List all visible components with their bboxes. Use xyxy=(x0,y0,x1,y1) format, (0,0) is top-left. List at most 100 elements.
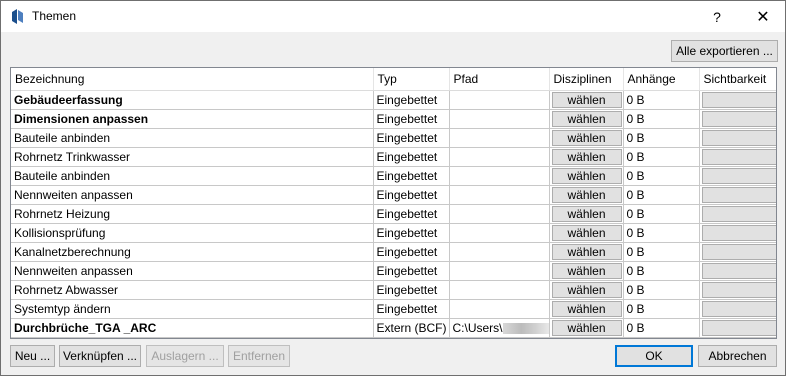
remove-button[interactable]: Entfernen xyxy=(228,345,290,367)
row-type: Eingebettet xyxy=(373,185,450,205)
table-row[interactable]: Kollisionsprüfung Eingebettet wählen 0 B xyxy=(11,223,776,243)
choose-disciplines-button[interactable]: wählen xyxy=(551,186,622,203)
table-header: Bezeichnung Typ Pfad Disziplinen Anhänge… xyxy=(11,68,776,91)
outsource-button[interactable]: Auslagern ... xyxy=(146,345,224,367)
visibility-button[interactable] xyxy=(701,281,775,298)
table-row[interactable]: Dimensionen anpassen Eingebettet wählen 0 B xyxy=(11,109,776,129)
row-name: Rohrnetz Abwasser xyxy=(11,280,374,300)
row-attachments: 0 B xyxy=(623,318,700,338)
table-row[interactable]: Systemtyp ändern Eingebettet wählen 0 B xyxy=(11,299,776,319)
cancel-button[interactable]: Abbrechen xyxy=(698,345,777,367)
row-attachments: 0 B xyxy=(623,90,700,110)
row-name: Bauteile anbinden xyxy=(11,166,374,186)
visibility-button[interactable] xyxy=(701,110,775,127)
row-visibility xyxy=(699,280,776,300)
topics-table: Bezeichnung Typ Pfad Disziplinen Anhänge… xyxy=(10,67,777,339)
column-header-sichtbarkeit[interactable]: Sichtbarkeit xyxy=(699,68,776,91)
column-header-anhaenge[interactable]: Anhänge xyxy=(623,68,700,91)
row-disciplines: wählen xyxy=(549,261,624,281)
column-header-typ[interactable]: Typ xyxy=(373,68,450,91)
table-row[interactable]: Nennweiten anpassen Eingebettet wählen 0 B xyxy=(11,261,776,281)
choose-disciplines-button[interactable]: wählen xyxy=(551,148,622,165)
table-row[interactable]: Bauteile anbinden Eingebettet wählen 0 B xyxy=(11,166,776,186)
row-type: Eingebettet xyxy=(373,261,450,281)
row-visibility xyxy=(699,318,776,338)
row-visibility xyxy=(699,261,776,281)
visibility-button[interactable] xyxy=(701,224,775,241)
row-path: C:\Users\ xyxy=(449,318,550,338)
row-attachments: 0 B xyxy=(623,166,700,186)
row-attachments: 0 B xyxy=(623,223,700,243)
help-button[interactable]: ? xyxy=(697,1,737,32)
visibility-button[interactable] xyxy=(701,300,775,317)
visibility-button[interactable] xyxy=(701,205,775,222)
row-type: Eingebettet xyxy=(373,90,450,110)
table-row[interactable]: Rohrnetz Trinkwasser Eingebettet wählen 0 B xyxy=(11,147,776,167)
row-type: Eingebettet xyxy=(373,280,450,300)
app-logo-icon xyxy=(12,9,23,24)
table-row[interactable]: Rohrnetz Abwasser Eingebettet wählen 0 B xyxy=(11,280,776,300)
row-path xyxy=(449,299,550,319)
row-visibility xyxy=(699,166,776,186)
column-header-pfad[interactable]: Pfad xyxy=(449,68,550,91)
choose-disciplines-button[interactable]: wählen xyxy=(551,205,622,222)
visibility-button[interactable] xyxy=(701,186,775,203)
themen-dialog: Themen ? ✕ Alle exportieren ... Bezeichn… xyxy=(0,0,786,376)
row-attachments: 0 B xyxy=(623,280,700,300)
row-visibility xyxy=(699,242,776,262)
row-attachments: 0 B xyxy=(623,242,700,262)
choose-disciplines-button[interactable]: wählen xyxy=(551,262,622,279)
row-type: Eingebettet xyxy=(373,299,450,319)
close-button[interactable]: ✕ xyxy=(743,1,783,32)
row-disciplines: wählen xyxy=(549,318,624,338)
table-row[interactable]: Durchbrüche_TGA _ARC Extern (BCF) C:\Users… xyxy=(11,318,776,338)
row-visibility xyxy=(699,185,776,205)
row-path xyxy=(449,90,550,110)
row-name: Bauteile anbinden xyxy=(11,128,374,148)
choose-disciplines-button[interactable]: wählen xyxy=(551,129,622,146)
row-disciplines: wählen xyxy=(549,166,624,186)
export-all-button[interactable]: Alle exportieren ... xyxy=(671,40,778,62)
table-row[interactable]: Gebäudeerfassung Eingebettet wählen 0 B xyxy=(11,90,776,110)
column-header-bezeichnung[interactable]: Bezeichnung xyxy=(11,68,374,91)
row-attachments: 0 B xyxy=(623,299,700,319)
choose-disciplines-button[interactable]: wählen xyxy=(551,167,622,184)
column-header-disziplinen[interactable]: Disziplinen xyxy=(549,68,624,91)
visibility-button[interactable] xyxy=(701,148,775,165)
title-bar[interactable]: Themen ? ✕ xyxy=(1,1,785,32)
row-visibility xyxy=(699,90,776,110)
row-disciplines: wählen xyxy=(549,242,624,262)
choose-disciplines-button[interactable]: wählen xyxy=(551,224,622,241)
visibility-button[interactable] xyxy=(701,91,775,108)
choose-disciplines-button[interactable]: wählen xyxy=(551,91,622,108)
table-row[interactable]: Kanalnetzberechnung Eingebettet wählen 0 B xyxy=(11,242,776,262)
row-disciplines: wählen xyxy=(549,147,624,167)
link-button[interactable]: Verknüpfen ... xyxy=(59,345,141,367)
row-attachments: 0 B xyxy=(623,204,700,224)
row-attachments: 0 B xyxy=(623,147,700,167)
row-disciplines: wählen xyxy=(549,280,624,300)
choose-disciplines-button[interactable]: wählen xyxy=(551,243,622,260)
choose-disciplines-button[interactable]: wählen xyxy=(551,319,622,336)
row-type: Eingebettet xyxy=(373,128,450,148)
visibility-button[interactable] xyxy=(701,262,775,279)
row-path xyxy=(449,166,550,186)
table-row[interactable]: Nennweiten anpassen Eingebettet wählen 0 B xyxy=(11,185,776,205)
visibility-button[interactable] xyxy=(701,319,775,336)
choose-disciplines-button[interactable]: wählen xyxy=(551,300,622,317)
new-button[interactable]: Neu ... xyxy=(10,345,55,367)
table-row[interactable]: Rohrnetz Heizung Eingebettet wählen 0 B xyxy=(11,204,776,224)
choose-disciplines-button[interactable]: wählen xyxy=(551,110,622,127)
table-row[interactable]: Bauteile anbinden Eingebettet wählen 0 B xyxy=(11,128,776,148)
choose-disciplines-button[interactable]: wählen xyxy=(551,281,622,298)
row-disciplines: wählen xyxy=(549,223,624,243)
ok-button[interactable]: OK xyxy=(615,345,693,367)
redacted-path-blur xyxy=(502,322,548,334)
row-path xyxy=(449,185,550,205)
row-path xyxy=(449,147,550,167)
visibility-button[interactable] xyxy=(701,243,775,260)
row-path xyxy=(449,204,550,224)
visibility-button[interactable] xyxy=(701,129,775,146)
visibility-button[interactable] xyxy=(701,167,775,184)
row-type: Eingebettet xyxy=(373,109,450,129)
